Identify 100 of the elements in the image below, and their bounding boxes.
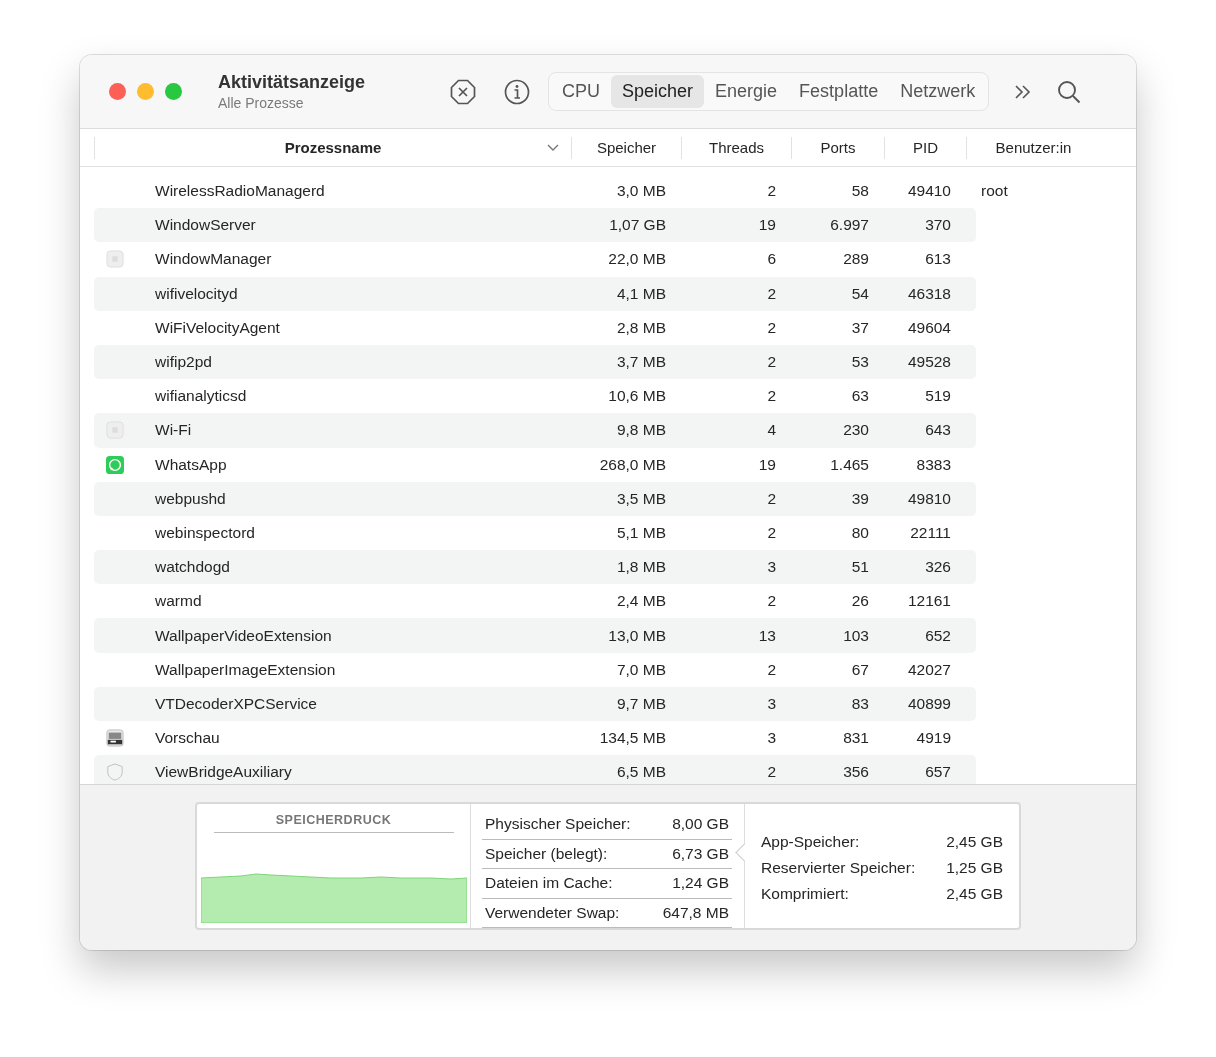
close-button[interactable] [109, 83, 126, 100]
threads-cell-text: 19 [757, 455, 777, 474]
column-header[interactable]: PID [884, 136, 966, 159]
pid-cell-text: 49410 [906, 182, 952, 201]
memory-cell-text: 134,5 MB [598, 729, 667, 748]
threads-cell-text: 6 [766, 250, 777, 269]
tab[interactable]: Energie [704, 75, 789, 108]
image-viewer-icon [106, 728, 124, 749]
process-name: wifivelocityd [154, 284, 239, 303]
process-name: watchdogd [154, 558, 231, 577]
user-cell-text: root [980, 182, 1009, 201]
column-header[interactable]: Speicher [571, 136, 681, 159]
chart-title: SPEICHERDRUCK [213, 813, 454, 833]
tab[interactable]: Speicher [611, 75, 705, 108]
threads-cell-text: 2 [766, 489, 777, 508]
threads-cell-text: 2 [766, 592, 777, 611]
column-header[interactable]: Prozessname [94, 136, 571, 159]
ports-cell-text: 63 [850, 387, 870, 406]
pid-cell-text: 370 [924, 216, 952, 235]
memory-cell-text: 3,0 MB [615, 182, 667, 201]
threads-cell-text: 3 [766, 558, 777, 577]
ports-cell-text: 80 [850, 523, 870, 542]
process-name: Wi-Fi [154, 421, 193, 440]
process-name: webinspectord [154, 523, 256, 542]
memory-cell-text: 5,1 MB [615, 523, 667, 542]
memory-cell-text: 4,1 MB [615, 284, 667, 303]
column-header[interactable]: Ports [791, 136, 884, 159]
threads-cell-text: 2 [766, 523, 777, 542]
stat-label: Verwendeter Swap: [485, 903, 620, 922]
pid-cell-text: 643 [924, 421, 952, 440]
memory-cell-text: 22,0 MB [607, 250, 667, 269]
sort-chevron-icon[interactable] [547, 143, 559, 152]
tab[interactable]: Festplatte [788, 75, 890, 108]
ports-cell-text: 230 [842, 421, 870, 440]
ports-cell-text: 58 [850, 182, 870, 201]
chat-bubble-icon [106, 454, 124, 475]
ports-cell-text: 37 [850, 318, 870, 337]
pid-cell-text: 613 [924, 250, 952, 269]
pid-cell-text: 46318 [906, 284, 952, 303]
ports-cell-text: 289 [842, 250, 870, 269]
process-name: WirelessRadioManagerd [154, 182, 326, 201]
threads-cell-text: 2 [766, 763, 777, 782]
stat-value: 1,24 GB [672, 874, 729, 893]
pid-cell-text: 49810 [906, 489, 952, 508]
memory-cell-text: 9,8 MB [615, 421, 667, 440]
stat-value: 6,73 GB [672, 844, 729, 863]
column-header[interactable]: Threads [681, 136, 791, 159]
ports-cell-text: 26 [850, 592, 870, 611]
memory-cell-text: 1,07 GB [608, 216, 667, 235]
pid-cell-text: 40899 [906, 694, 952, 713]
process-name: WindowServer [154, 216, 257, 235]
memory-cell-text: 13,0 MB [607, 626, 667, 645]
stat-value: 2,45 GB [946, 833, 1003, 851]
tab[interactable]: Netzwerk [889, 75, 987, 108]
threads-cell-text: 3 [766, 694, 777, 713]
pid-cell-text: 8383 [915, 455, 952, 474]
pid-cell-text: 326 [924, 558, 952, 577]
process-name: Vorschau [154, 729, 221, 748]
window-subtitle: Alle Prozesse [218, 95, 305, 111]
process-name: warmd [154, 592, 203, 611]
column-header[interactable]: Benutzer:in [966, 136, 1100, 159]
stat-label: Dateien im Cache: [485, 874, 613, 893]
ports-cell-text: 39 [850, 489, 870, 508]
stop-process-icon[interactable] [450, 78, 476, 105]
threads-cell-text: 2 [766, 387, 777, 406]
ports-cell-text: 1.465 [829, 455, 870, 474]
stat-label: Physischer Speicher: [485, 815, 631, 834]
threads-cell-text: 4 [766, 421, 777, 440]
ports-cell-text: 6.997 [829, 216, 870, 235]
pid-cell-text: 657 [924, 763, 952, 782]
app-icon [106, 249, 124, 270]
memory-cell-text: 7,0 MB [615, 660, 667, 679]
process-name: webpushd [154, 489, 227, 508]
stat-label: Komprimiert: [761, 885, 849, 903]
pid-cell-text: 4919 [915, 729, 952, 748]
search-icon[interactable] [1057, 79, 1082, 104]
stat-label: App-Speicher: [761, 833, 860, 851]
tab[interactable]: CPU [551, 75, 611, 108]
ports-cell-text: 51 [850, 558, 870, 577]
ports-cell-text: 831 [842, 729, 870, 748]
ports-cell-text: 83 [850, 694, 870, 713]
pid-cell-text: 49604 [906, 318, 952, 337]
stat-value: 8,00 GB [672, 815, 729, 834]
memory-cell-text: 2,4 MB [615, 592, 667, 611]
memory-cell-text: 3,7 MB [615, 353, 667, 372]
pid-cell-text: 652 [924, 626, 952, 645]
memory-cell-text: 6,5 MB [615, 763, 667, 782]
ports-cell-text: 356 [842, 763, 870, 782]
process-name: WhatsApp [154, 455, 228, 474]
ports-cell-text: 103 [842, 626, 870, 645]
threads-cell-text: 13 [757, 626, 777, 645]
stat-value: 647,8 MB [662, 903, 729, 922]
process-name: ViewBridgeAuxiliary [154, 763, 293, 782]
stat-label: Speicher (belegt): [485, 844, 608, 863]
pid-cell-text: 519 [924, 387, 952, 406]
ports-cell-text: 67 [850, 660, 870, 679]
pid-cell-text: 42027 [906, 660, 952, 679]
process-name: WindowManager [154, 250, 273, 269]
info-icon[interactable] [504, 78, 530, 105]
memory-cell-text: 2,8 MB [615, 318, 667, 337]
